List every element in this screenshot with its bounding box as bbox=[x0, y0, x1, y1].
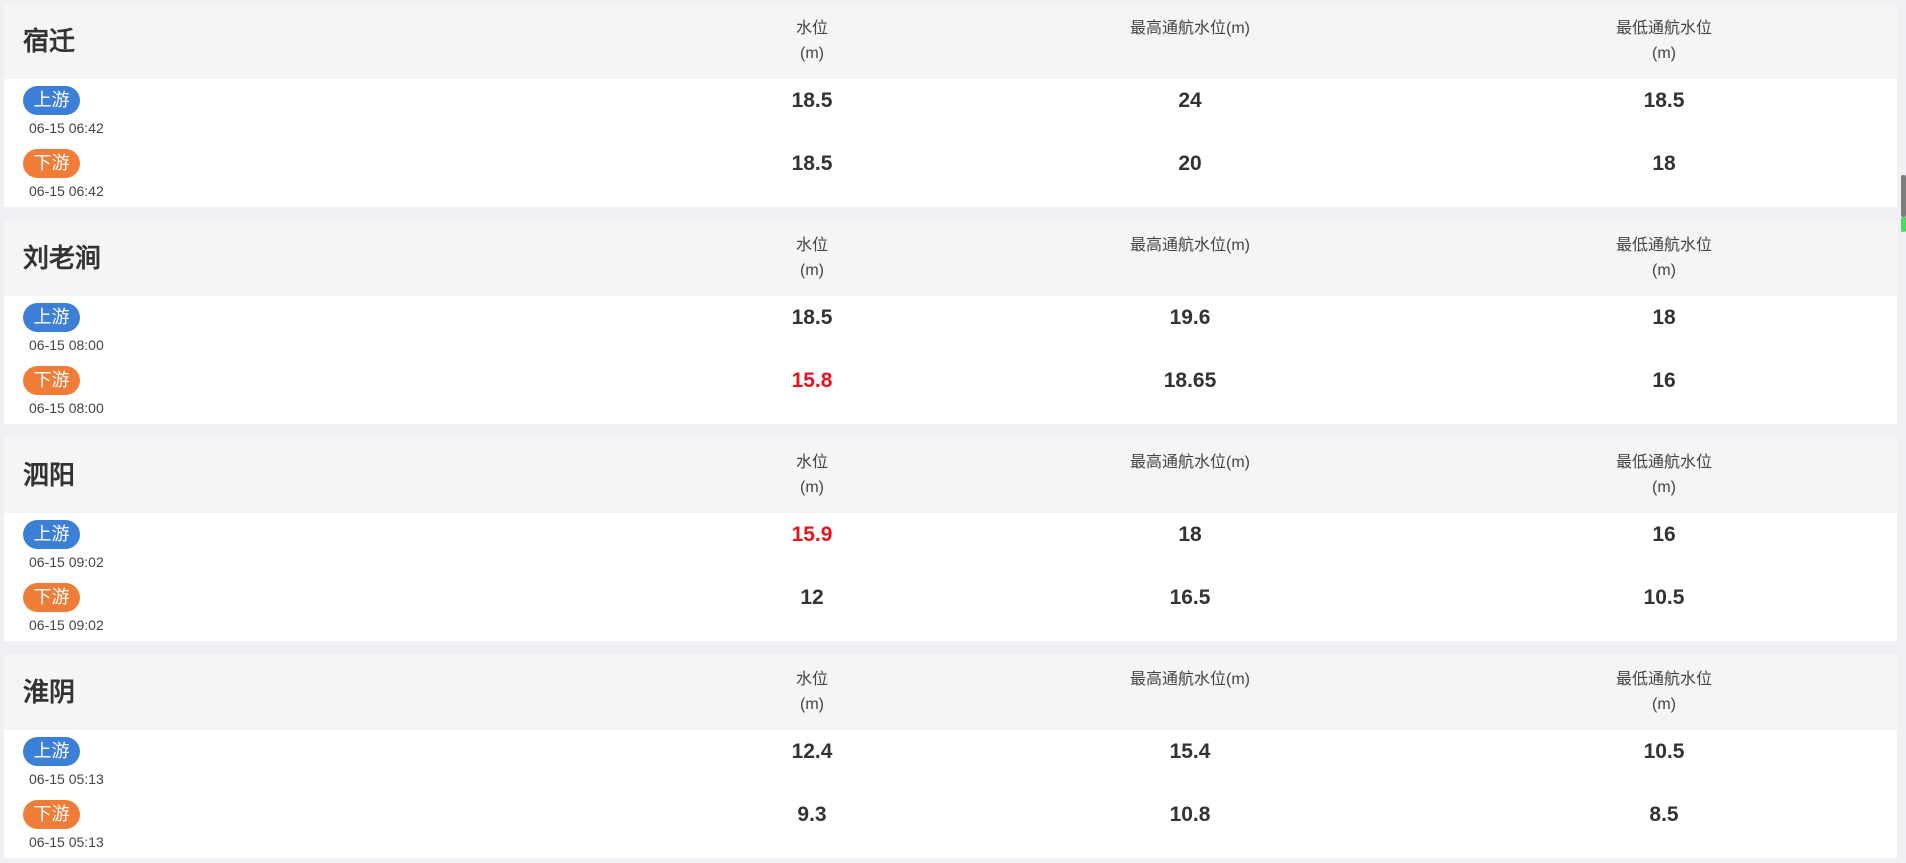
scroll-position-indicator bbox=[1901, 217, 1906, 232]
water-level-value: 9.3 bbox=[797, 803, 827, 826]
header-line: 水位 bbox=[795, 454, 828, 471]
water-level-header: 水位 (m) bbox=[662, 450, 962, 500]
water-level-value: 18.5 bbox=[791, 89, 833, 112]
downstream-row: 下游 06-15 06:42 18.5 20 18 bbox=[4, 142, 1897, 205]
header-unit: (m) bbox=[1652, 696, 1676, 713]
water-level-header: 水位 (m) bbox=[662, 233, 962, 283]
station-name: 泗阳 bbox=[23, 460, 76, 490]
water-level-value: 15.8 bbox=[791, 369, 833, 392]
max-navigable-value: 24 bbox=[1178, 89, 1202, 112]
header-unit: (m) bbox=[1652, 262, 1676, 279]
app-root: 宿迁 水位 (m) 最高通航水位(m) 最低通航水位 (m) 上游 06-15 … bbox=[0, 0, 1906, 863]
min-navigable-value: 16 bbox=[1652, 523, 1676, 546]
station-name: 宿迁 bbox=[23, 26, 76, 56]
header-line: 最低通航水位 bbox=[1615, 237, 1712, 254]
header-unit: (m) bbox=[800, 479, 824, 496]
station-name: 淮阴 bbox=[23, 677, 76, 707]
max-navigable-value: 19.6 bbox=[1169, 306, 1211, 329]
upstream-badge: 上游 bbox=[23, 86, 80, 115]
water-level-value: 15.9 bbox=[791, 523, 833, 546]
max-navigable-header: 最高通航水位(m) bbox=[1040, 16, 1340, 41]
max-navigable-header: 最高通航水位(m) bbox=[1040, 667, 1340, 692]
min-navigable-header: 最低通航水位 (m) bbox=[1514, 450, 1814, 500]
downstream-badge: 下游 bbox=[23, 366, 80, 395]
water-level-value: 18.5 bbox=[791, 306, 833, 329]
timestamp: 06-15 06:42 bbox=[29, 120, 104, 136]
max-navigable-value: 20 bbox=[1178, 152, 1202, 175]
timestamp: 06-15 09:02 bbox=[29, 554, 104, 570]
header-unit: (m) bbox=[1652, 479, 1676, 496]
upstream-row: 上游 06-15 06:42 18.5 24 18.5 bbox=[4, 79, 1897, 142]
header-line: 最高通航水位(m) bbox=[1130, 237, 1250, 254]
vertical-scrollbar[interactable] bbox=[1900, 0, 1906, 863]
station-card[interactable]: 淮阴 水位 (m) 最高通航水位(m) 最低通航水位 (m) 上游 06-15 … bbox=[4, 654, 1897, 858]
min-navigable-header: 最低通航水位 (m) bbox=[1514, 667, 1814, 717]
upstream-row: 上游 06-15 09:02 15.9 18 16 bbox=[4, 513, 1897, 576]
header-unit: (m) bbox=[800, 262, 824, 279]
timestamp: 06-15 05:13 bbox=[29, 771, 104, 787]
max-navigable-value: 10.8 bbox=[1169, 803, 1211, 826]
station-list: 宿迁 水位 (m) 最高通航水位(m) 最低通航水位 (m) 上游 06-15 … bbox=[4, 3, 1897, 863]
downstream-badge: 下游 bbox=[23, 149, 80, 178]
downstream-row: 下游 06-15 05:13 9.3 10.8 8.5 bbox=[4, 793, 1897, 856]
header-line: 水位 bbox=[795, 237, 828, 254]
max-navigable-value: 15.4 bbox=[1169, 740, 1211, 763]
card-header: 泗阳 水位 (m) 最高通航水位(m) 最低通航水位 (m) bbox=[4, 437, 1897, 513]
water-level-value: 18.5 bbox=[791, 152, 833, 175]
scrollbar-thumb[interactable] bbox=[1901, 175, 1906, 217]
water-level-header: 水位 (m) bbox=[662, 667, 962, 717]
header-line: 最高通航水位(m) bbox=[1130, 454, 1250, 471]
downstream-badge: 下游 bbox=[23, 800, 80, 829]
downstream-badge: 下游 bbox=[23, 583, 80, 612]
station-card[interactable]: 宿迁 水位 (m) 最高通航水位(m) 最低通航水位 (m) 上游 06-15 … bbox=[4, 3, 1897, 207]
upstream-badge: 上游 bbox=[23, 520, 80, 549]
header-line: 最低通航水位 bbox=[1615, 454, 1712, 471]
header-unit: (m) bbox=[1652, 45, 1676, 62]
max-navigable-header: 最高通航水位(m) bbox=[1040, 233, 1340, 258]
timestamp: 06-15 08:00 bbox=[29, 337, 104, 353]
station-card[interactable]: 泗阳 水位 (m) 最高通航水位(m) 最低通航水位 (m) 上游 06-15 … bbox=[4, 437, 1897, 641]
min-navigable-value: 10.5 bbox=[1643, 586, 1685, 609]
downstream-row: 下游 06-15 08:00 15.8 18.65 16 bbox=[4, 359, 1897, 422]
card-header: 淮阴 水位 (m) 最高通航水位(m) 最低通航水位 (m) bbox=[4, 654, 1897, 730]
timestamp: 06-15 05:13 bbox=[29, 834, 104, 850]
max-navigable-value: 18 bbox=[1178, 523, 1202, 546]
max-navigable-header: 最高通航水位(m) bbox=[1040, 450, 1340, 475]
header-unit: (m) bbox=[800, 696, 824, 713]
header-line: 最高通航水位(m) bbox=[1130, 671, 1250, 688]
water-level-value: 12 bbox=[800, 586, 824, 609]
card-header: 刘老涧 水位 (m) 最高通航水位(m) 最低通航水位 (m) bbox=[4, 220, 1897, 296]
min-navigable-value: 8.5 bbox=[1649, 803, 1679, 826]
upstream-row: 上游 06-15 05:13 12.4 15.4 10.5 bbox=[4, 730, 1897, 793]
upstream-row: 上游 06-15 08:00 18.5 19.6 18 bbox=[4, 296, 1897, 359]
header-line: 最低通航水位 bbox=[1615, 671, 1712, 688]
max-navigable-value: 18.65 bbox=[1163, 369, 1217, 392]
timestamp: 06-15 09:02 bbox=[29, 617, 104, 633]
min-navigable-value: 18 bbox=[1652, 306, 1676, 329]
min-navigable-value: 16 bbox=[1652, 369, 1676, 392]
upstream-badge: 上游 bbox=[23, 303, 80, 332]
timestamp: 06-15 06:42 bbox=[29, 183, 104, 199]
min-navigable-header: 最低通航水位 (m) bbox=[1514, 233, 1814, 283]
timestamp: 06-15 08:00 bbox=[29, 400, 104, 416]
header-line: 最低通航水位 bbox=[1615, 20, 1712, 37]
card-header: 宿迁 水位 (m) 最高通航水位(m) 最低通航水位 (m) bbox=[4, 3, 1897, 79]
max-navigable-value: 16.5 bbox=[1169, 586, 1211, 609]
station-name: 刘老涧 bbox=[23, 243, 102, 273]
header-unit: (m) bbox=[800, 45, 824, 62]
station-card[interactable]: 刘老涧 水位 (m) 最高通航水位(m) 最低通航水位 (m) 上游 06-15… bbox=[4, 220, 1897, 424]
min-navigable-value: 18.5 bbox=[1643, 89, 1685, 112]
min-navigable-header: 最低通航水位 (m) bbox=[1514, 16, 1814, 66]
header-line: 水位 bbox=[795, 20, 828, 37]
water-level-value: 12.4 bbox=[791, 740, 833, 763]
downstream-row: 下游 06-15 09:02 12 16.5 10.5 bbox=[4, 576, 1897, 639]
header-line: 最高通航水位(m) bbox=[1130, 20, 1250, 37]
header-line: 水位 bbox=[795, 671, 828, 688]
water-level-header: 水位 (m) bbox=[662, 16, 962, 66]
upstream-badge: 上游 bbox=[23, 737, 80, 766]
min-navigable-value: 10.5 bbox=[1643, 740, 1685, 763]
min-navigable-value: 18 bbox=[1652, 152, 1676, 175]
